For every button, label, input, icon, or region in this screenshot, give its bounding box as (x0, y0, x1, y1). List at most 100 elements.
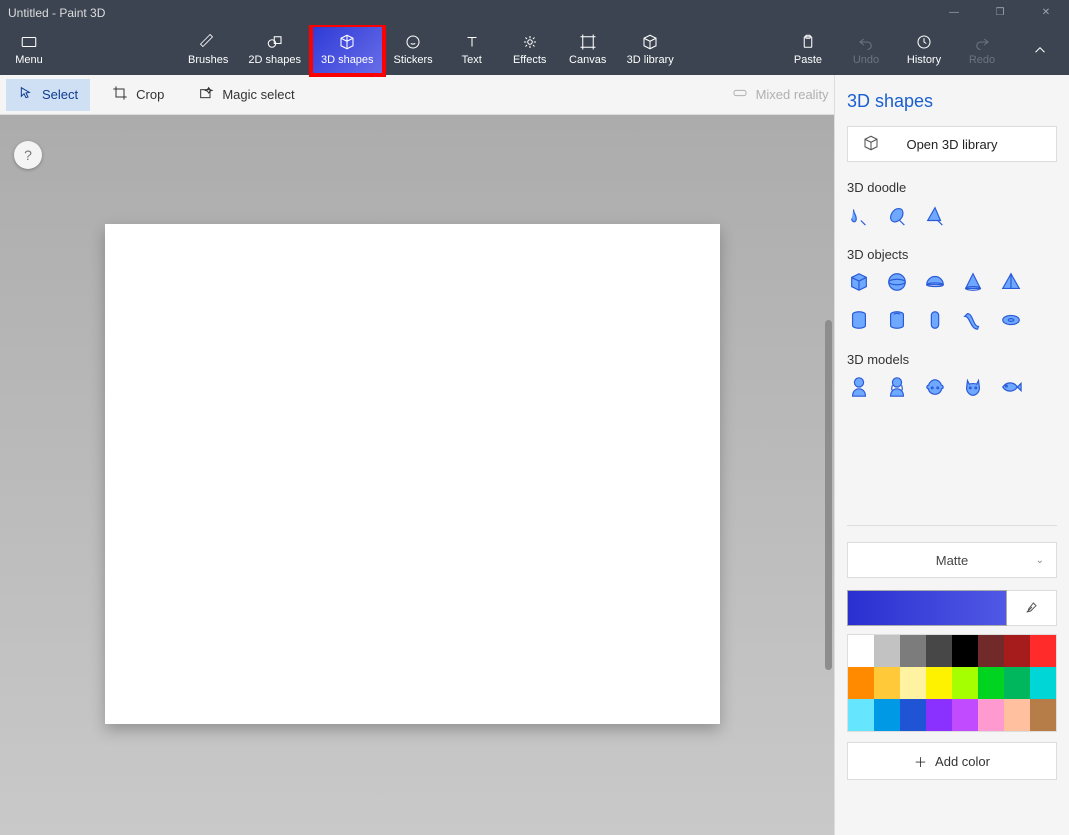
history-button[interactable]: History (895, 25, 953, 75)
palette-color[interactable] (978, 667, 1004, 699)
3d-shapes-tab[interactable]: 3D shapes (311, 25, 384, 75)
palette-color[interactable] (848, 699, 874, 731)
palette-color[interactable] (978, 699, 1004, 731)
redo-button[interactable]: Redo (953, 25, 1011, 75)
man-model-button[interactable] (847, 375, 871, 399)
plus-icon: ＋ (914, 752, 927, 771)
brushes-tab[interactable]: Brushes (178, 25, 238, 75)
palette-color[interactable] (874, 635, 900, 667)
tube-button[interactable] (885, 308, 909, 332)
stickers-tab[interactable]: Stickers (384, 25, 443, 75)
palette-color[interactable] (1030, 699, 1056, 731)
minimize-button[interactable]: — (931, 0, 977, 25)
doodle-section-header: 3D doodle (847, 180, 1057, 195)
workspace: ? (0, 115, 834, 835)
capsule-button[interactable] (923, 308, 947, 332)
undo-icon (857, 34, 875, 50)
palette-color[interactable] (1004, 699, 1030, 731)
palette-color[interactable] (926, 635, 952, 667)
brushes-label: Brushes (188, 54, 228, 66)
mixed-reality-icon (732, 85, 748, 104)
palette-color[interactable] (900, 699, 926, 731)
palette-color[interactable] (848, 635, 874, 667)
fish-model-button[interactable] (999, 375, 1023, 399)
palette-color[interactable] (900, 635, 926, 667)
hemisphere-button[interactable] (923, 270, 947, 294)
palette-color[interactable] (1030, 635, 1056, 667)
magic-select-tool[interactable]: Magic select (186, 79, 306, 111)
cylinder-button[interactable] (847, 308, 871, 332)
undo-label: Undo (853, 54, 879, 66)
paste-button[interactable]: Paste (779, 25, 837, 75)
add-color-button[interactable]: ＋ Add color (847, 742, 1057, 780)
close-button[interactable]: ✕ (1023, 0, 1069, 25)
crop-tool[interactable]: Crop (100, 79, 176, 111)
text-label: Text (462, 54, 482, 66)
select-tool[interactable]: Select (6, 79, 90, 111)
stickers-label: Stickers (394, 54, 433, 66)
palette-color[interactable] (1030, 667, 1056, 699)
add-color-label: Add color (935, 754, 990, 769)
palette-color[interactable] (952, 635, 978, 667)
palette-color[interactable] (1004, 667, 1030, 699)
palette-color[interactable] (926, 667, 952, 699)
shapes3d-icon (338, 34, 356, 50)
mixed-reality-label: Mixed reality (756, 87, 829, 102)
crop-label: Crop (136, 87, 164, 102)
current-color-swatch[interactable] (847, 590, 1007, 626)
2d-shapes-tab[interactable]: 2D shapes (238, 25, 311, 75)
open-3d-library-label: Open 3D library (906, 137, 997, 152)
palette-color[interactable] (1004, 635, 1030, 667)
palette-color[interactable] (978, 635, 1004, 667)
donut-button[interactable] (999, 308, 1023, 332)
tube-doodle-button[interactable] (847, 203, 871, 227)
text-tab[interactable]: Text (443, 25, 501, 75)
open-3d-library-button[interactable]: Open 3D library (847, 126, 1057, 162)
history-label: History (907, 54, 941, 66)
palette-color[interactable] (900, 667, 926, 699)
woman-model-button[interactable] (885, 375, 909, 399)
effects-label: Effects (513, 54, 546, 66)
3d-library-tab[interactable]: 3D library (617, 25, 684, 75)
models-row (847, 375, 1057, 399)
maximize-button[interactable]: ❐ (977, 0, 1023, 25)
effects-tab[interactable]: Effects (501, 25, 559, 75)
redo-icon (973, 34, 991, 50)
palette-color[interactable] (952, 699, 978, 731)
palette-color[interactable] (874, 699, 900, 731)
cone-button[interactable] (961, 270, 985, 294)
palette-color[interactable] (848, 667, 874, 699)
canvas-tab[interactable]: Canvas (559, 25, 617, 75)
library3d-label: 3D library (627, 54, 674, 66)
eyedropper-button[interactable] (1007, 590, 1057, 626)
material-select-label: Matte (936, 553, 969, 568)
curved-cylinder-button[interactable] (961, 308, 985, 332)
menu-label: Menu (15, 54, 43, 66)
cat-model-button[interactable] (961, 375, 985, 399)
help-button[interactable]: ? (14, 141, 42, 169)
chevron-up-icon (1031, 42, 1049, 58)
undo-button[interactable]: Undo (837, 25, 895, 75)
menu-button[interactable]: Menu (0, 25, 58, 75)
sphere-button[interactable] (885, 270, 909, 294)
palette-row (848, 667, 1056, 699)
shapes2d-label: 2D shapes (248, 54, 301, 66)
soft-edge-doodle-button[interactable] (885, 203, 909, 227)
effects-icon (521, 34, 539, 50)
palette-color[interactable] (952, 667, 978, 699)
color-palette (847, 634, 1057, 732)
palette-row (848, 699, 1056, 731)
sharp-edge-doodle-button[interactable] (923, 203, 947, 227)
dog-model-button[interactable] (923, 375, 947, 399)
palette-color[interactable] (926, 699, 952, 731)
collapse-ribbon-button[interactable] (1011, 25, 1069, 75)
panel-title: 3D shapes (847, 91, 1057, 112)
magic-select-icon (198, 85, 214, 104)
stickers-icon (404, 34, 422, 50)
pyramid-button[interactable] (999, 270, 1023, 294)
cube-button[interactable] (847, 270, 871, 294)
material-select[interactable]: Matte ⌄ (847, 542, 1057, 578)
palette-color[interactable] (874, 667, 900, 699)
canvas[interactable] (105, 224, 720, 724)
vertical-scrollbar[interactable] (825, 320, 832, 670)
